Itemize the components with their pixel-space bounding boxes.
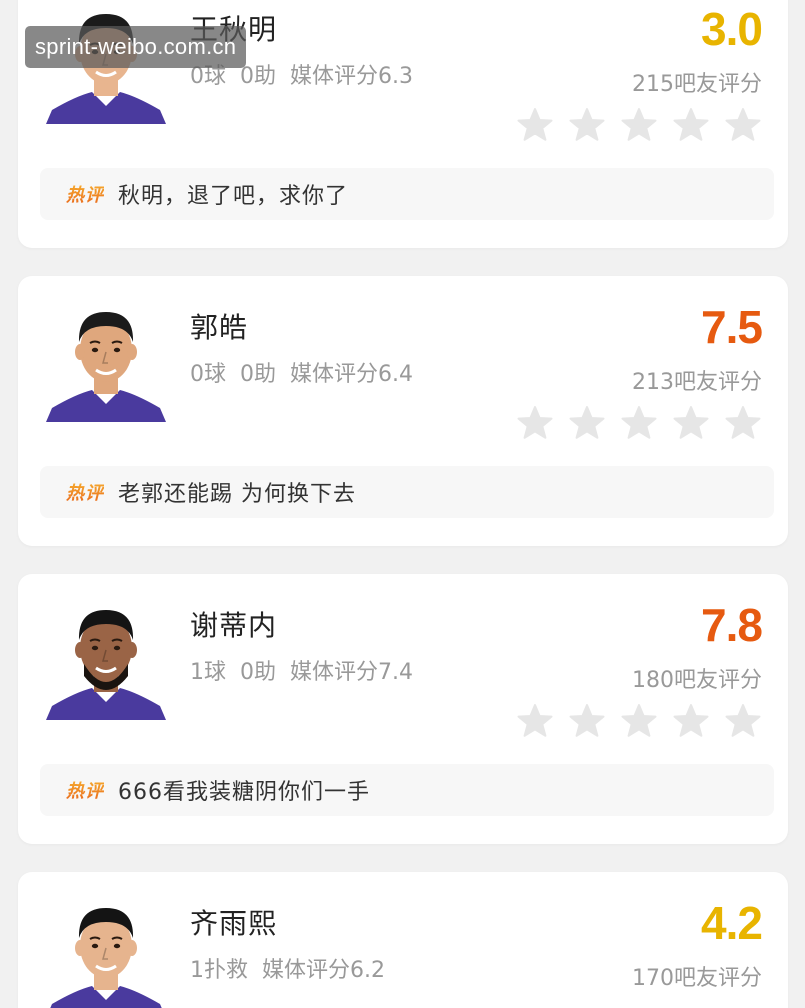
media-rating: 媒体评分6.2 xyxy=(262,958,385,983)
player-name: 谢蒂内 xyxy=(190,609,278,642)
hot-comment[interactable]: 热评 秋明，退了吧，求你了 xyxy=(40,168,774,220)
star-icon[interactable] xyxy=(724,106,762,144)
hot-comment[interactable]: 热评 666看我装糖阴你们一手 xyxy=(40,764,774,816)
star-rating-input[interactable] xyxy=(516,404,762,442)
media-rating: 媒体评分6.4 xyxy=(290,362,413,387)
star-icon[interactable] xyxy=(672,404,710,442)
star-icon[interactable] xyxy=(568,404,606,442)
fan-rating-score: 3.0 xyxy=(701,3,763,55)
hot-comment-text: 666看我装糖阴你们一手 xyxy=(118,780,370,805)
star-rating-input[interactable] xyxy=(516,702,762,740)
star-icon[interactable] xyxy=(516,404,554,442)
hot-comment-tag: 热评 xyxy=(66,181,104,207)
player-card[interactable]: 谢蒂内 1球 0助 媒体评分7.4 7.8 180吧友评分 热评 666看我装糖阴你… xyxy=(18,574,788,844)
hot-comment[interactable]: 热评 老郭还能踢 为何换下去 xyxy=(40,466,774,518)
star-rating-input[interactable] xyxy=(516,106,762,144)
player-card[interactable]: 郭皓 0球 0助 媒体评分6.4 7.5 213吧友评分 热评 老郭还能踢 为何换下… xyxy=(18,276,788,546)
watermark: sprint-weibo.com.cn xyxy=(25,26,247,68)
fan-rating-score: 7.5 xyxy=(701,301,763,353)
fan-rating-count: 180吧友评分 xyxy=(632,668,762,693)
star-icon[interactable] xyxy=(724,702,762,740)
hot-comment-text: 秋明，退了吧，求你了 xyxy=(118,184,349,209)
star-icon[interactable] xyxy=(568,106,606,144)
hot-comment-tag: 热评 xyxy=(66,479,104,505)
saves-count: 1扑救 xyxy=(190,958,248,983)
assists-count: 0助 xyxy=(240,362,276,387)
star-icon[interactable] xyxy=(516,702,554,740)
star-icon[interactable] xyxy=(672,702,710,740)
player-avatar[interactable] xyxy=(46,886,166,1008)
player-stats: 0球 0助 媒体评分6.4 xyxy=(190,356,427,388)
player-stats: 1扑救 媒体评分6.2 xyxy=(190,952,399,984)
hot-comment-text: 老郭还能踢 为何换下去 xyxy=(118,482,356,507)
player-name: 郭皓 xyxy=(190,311,249,344)
star-icon[interactable] xyxy=(620,702,658,740)
media-rating: 媒体评分7.4 xyxy=(290,660,413,685)
player-name: 齐雨熙 xyxy=(190,907,278,940)
hot-comment-tag: 热评 xyxy=(66,777,104,803)
assists-count: 0助 xyxy=(240,64,276,89)
goals-count: 1球 xyxy=(190,660,226,685)
fan-rating-score: 4.2 xyxy=(701,897,763,949)
fan-rating-count: 213吧友评分 xyxy=(632,370,762,395)
star-icon[interactable] xyxy=(568,702,606,740)
star-icon[interactable] xyxy=(620,106,658,144)
player-card[interactable]: 齐雨熙 1扑救 媒体评分6.2 4.2 170吧友评分 xyxy=(18,872,788,1008)
player-avatar[interactable] xyxy=(46,290,166,422)
fan-rating-score: 7.8 xyxy=(701,599,763,651)
fan-rating-count: 170吧友评分 xyxy=(632,966,762,991)
assists-count: 0助 xyxy=(240,660,276,685)
media-rating: 媒体评分6.3 xyxy=(290,64,413,89)
star-icon[interactable] xyxy=(620,404,658,442)
goals-count: 0球 xyxy=(190,362,226,387)
player-rating-feed: sprint-weibo.com.cn 王秋明 0球0助媒体评分6.3 3.0 … xyxy=(0,0,805,1008)
star-icon[interactable] xyxy=(672,106,710,144)
fan-rating-count: 215吧友评分 xyxy=(632,72,762,97)
player-stats: 1球 0助 媒体评分7.4 xyxy=(190,654,427,686)
star-icon[interactable] xyxy=(516,106,554,144)
player-avatar[interactable] xyxy=(46,588,166,720)
star-icon[interactable] xyxy=(724,404,762,442)
